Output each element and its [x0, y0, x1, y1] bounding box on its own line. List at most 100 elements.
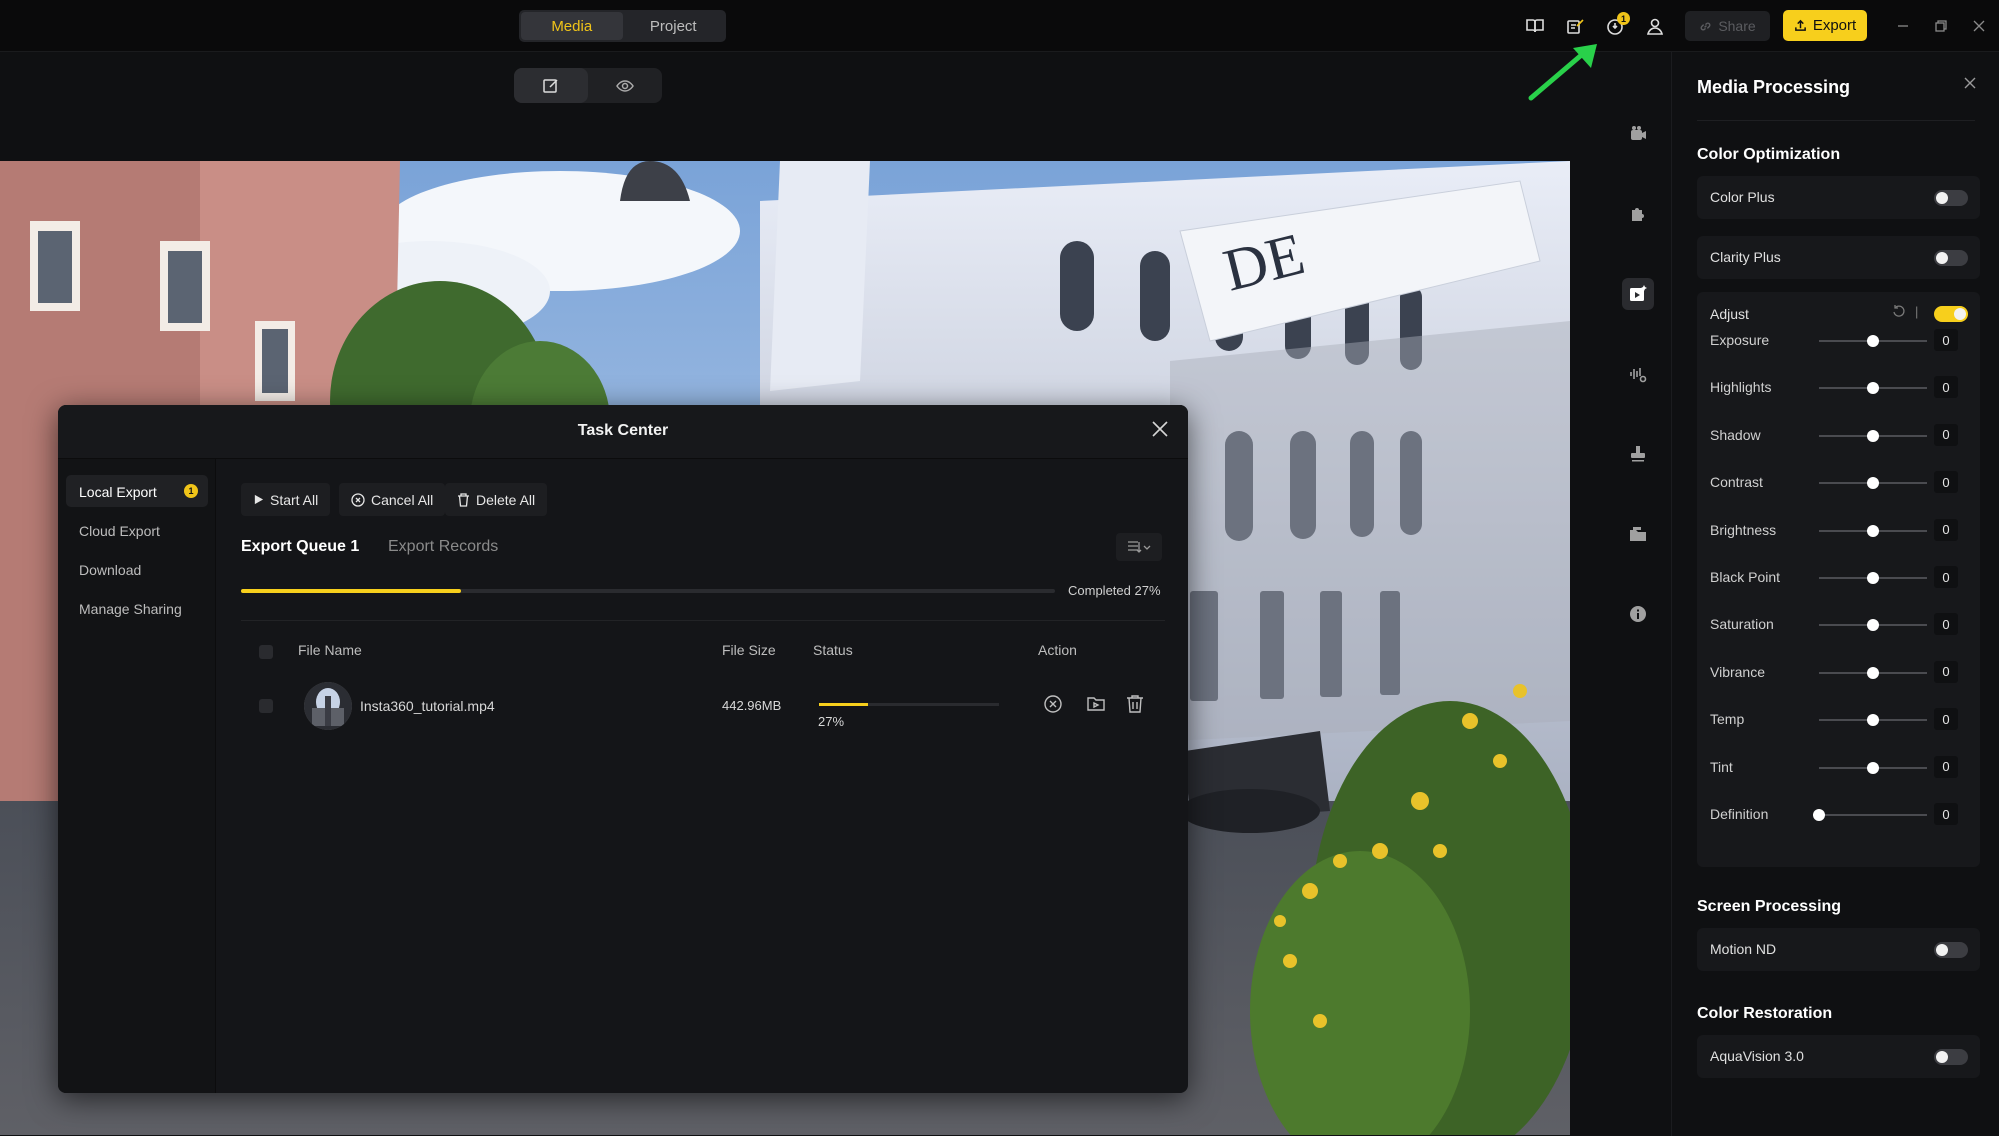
- slider-knob[interactable]: [1867, 524, 1879, 537]
- delete-task-icon[interactable]: [1126, 694, 1144, 719]
- open-folder-icon[interactable]: [1086, 694, 1106, 719]
- slider-knob[interactable]: [1867, 761, 1879, 774]
- reset-icon[interactable]: [1892, 304, 1906, 321]
- slider-value-input[interactable]: 0: [1934, 660, 1958, 683]
- start-all-label: Start All: [270, 491, 319, 508]
- slider-label: Highlights: [1710, 379, 1772, 396]
- panel-title: Media Processing: [1697, 77, 1851, 97]
- slider-knob[interactable]: [1867, 619, 1879, 632]
- slider-knob[interactable]: [1867, 477, 1879, 490]
- sidebar-item-cloud-export[interactable]: Cloud Export: [66, 514, 208, 546]
- slider-knob[interactable]: [1867, 666, 1879, 679]
- col-file-name: File Name: [298, 642, 362, 658]
- share-button[interactable]: Share: [1685, 11, 1770, 41]
- tab-export-queue[interactable]: Export Queue 1: [241, 538, 359, 556]
- tab-media[interactable]: Media: [521, 12, 623, 40]
- color-plus-toggle[interactable]: [1934, 190, 1968, 206]
- slider-contrast: Contrast 0: [1697, 471, 1980, 495]
- info-icon[interactable]: [1622, 598, 1654, 630]
- row-progress-label: 27%: [818, 714, 845, 729]
- task-center-icon[interactable]: 1: [1595, 6, 1635, 46]
- slider-value-input[interactable]: 0: [1934, 755, 1958, 778]
- section-screen-processing: Screen Processing: [1697, 898, 1842, 915]
- adjust-label: Adjust: [1710, 306, 1749, 322]
- media-processing-panel: Media Processing Color Optimization Colo…: [1671, 52, 1999, 1136]
- close-icon[interactable]: [1967, 14, 1991, 38]
- tab-project[interactable]: Project: [623, 12, 725, 40]
- panel-close-icon[interactable]: [1963, 76, 1977, 95]
- slider-value-input[interactable]: 0: [1934, 423, 1958, 446]
- slider-track[interactable]: [1819, 814, 1927, 816]
- slider-knob[interactable]: [1867, 382, 1879, 395]
- select-all-checkbox[interactable]: [259, 645, 273, 659]
- slider-knob[interactable]: [1813, 809, 1825, 821]
- overall-progress-bar: [241, 589, 1055, 593]
- section-color-restoration: Color Restoration: [1697, 1005, 1833, 1022]
- preview-eye-icon[interactable]: [588, 68, 662, 103]
- plugin-icon[interactable]: [1622, 198, 1654, 230]
- adjust-toggle[interactable]: [1934, 306, 1968, 322]
- row-checkbox[interactable]: [259, 699, 273, 713]
- minimize-icon[interactable]: [1891, 14, 1915, 38]
- sidebar-item-local-export[interactable]: Local Export 1: [66, 475, 208, 507]
- dialog-close-icon[interactable]: [1150, 419, 1170, 444]
- sidebar-item-label: Manage Sharing: [79, 601, 182, 617]
- slider-value-input[interactable]: 0: [1934, 471, 1958, 494]
- clarity-plus-toggle[interactable]: [1934, 250, 1968, 266]
- book-icon[interactable]: [1515, 6, 1555, 46]
- local-export-badge: 1: [184, 484, 198, 498]
- cancel-all-button[interactable]: Cancel All: [339, 483, 446, 516]
- slider-value-input[interactable]: 0: [1934, 376, 1958, 399]
- aquavision-toggle[interactable]: [1934, 1049, 1968, 1065]
- slider-label: Brightness: [1710, 521, 1777, 538]
- edit-notes-icon[interactable]: [1555, 6, 1595, 46]
- camera-icon[interactable]: [1622, 118, 1654, 150]
- delete-all-button[interactable]: Delete All: [445, 483, 548, 516]
- restore-icon[interactable]: [1929, 14, 1953, 38]
- slider-knob[interactable]: [1867, 429, 1879, 442]
- dialog-header: Task Center: [58, 405, 1188, 459]
- mode-switch: Media Project: [519, 10, 726, 42]
- completed-label: Completed 27%: [1068, 583, 1161, 598]
- aquavision-row: AquaVision 3.0: [1697, 1035, 1980, 1078]
- audio-settings-icon[interactable]: [1622, 358, 1654, 390]
- play-icon: [254, 494, 264, 505]
- motion-nd-toggle[interactable]: [1934, 942, 1968, 958]
- sidebar-item-label: Download: [79, 562, 142, 578]
- slider-value-input[interactable]: 0: [1934, 518, 1958, 541]
- slider-shadow: Shadow 0: [1697, 423, 1980, 448]
- task-badge: 1: [1617, 12, 1630, 25]
- slider-value-input[interactable]: 0: [1934, 708, 1958, 731]
- slider-label: Definition: [1710, 806, 1769, 822]
- slider-value-input[interactable]: 0: [1934, 613, 1958, 636]
- sidebar-item-manage-sharing[interactable]: Manage Sharing: [66, 592, 208, 624]
- media-processing-icon[interactable]: [1622, 278, 1654, 310]
- slider-knob[interactable]: [1867, 714, 1879, 727]
- adjust-section: Adjust | Exposure 0 Highlights 0 Shadow 0 Cont…: [1697, 292, 1980, 867]
- row-progress-bar: [819, 703, 999, 706]
- cancel-all-label: Cancel All: [371, 491, 434, 508]
- slider-value-input[interactable]: 0: [1934, 803, 1958, 825]
- slider-label: Black Point: [1710, 569, 1781, 585]
- user-icon[interactable]: [1635, 6, 1675, 46]
- folder-icon[interactable]: [1622, 518, 1654, 550]
- slider-highlights: Highlights 0: [1697, 376, 1980, 400]
- sort-list-icon[interactable]: [1116, 533, 1162, 561]
- cancel-task-icon[interactable]: [1043, 694, 1063, 719]
- dialog-title: Task Center: [577, 422, 669, 439]
- sidebar-item-download[interactable]: Download: [66, 553, 208, 585]
- slider-definition: Definition 0: [1697, 803, 1980, 827]
- slider-value-input[interactable]: 0: [1934, 329, 1958, 351]
- slider-black-point: Black Point 0: [1697, 566, 1980, 590]
- stamp-icon[interactable]: [1622, 438, 1654, 470]
- slider-value-input[interactable]: 0: [1934, 566, 1958, 588]
- edit-icon[interactable]: [514, 68, 588, 103]
- panel-divider: [1697, 120, 1975, 121]
- start-all-button[interactable]: Start All: [241, 483, 331, 516]
- sidebar-item-label: Cloud Export: [79, 523, 160, 539]
- slider-knob[interactable]: [1867, 335, 1879, 347]
- motion-nd-row: Motion ND: [1697, 928, 1980, 971]
- slider-knob[interactable]: [1867, 572, 1879, 584]
- tab-export-records[interactable]: Export Records: [388, 538, 498, 556]
- export-button[interactable]: Export: [1783, 10, 1867, 41]
